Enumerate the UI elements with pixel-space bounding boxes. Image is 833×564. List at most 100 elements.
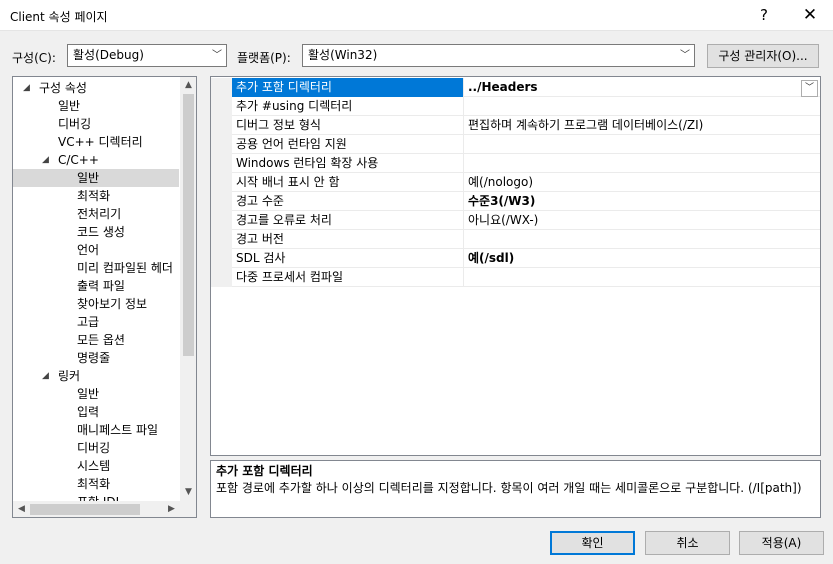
property-row[interactable]: 경고를 오류로 처리 아니요(/WX-) [211,211,820,230]
tree-item[interactable]: 명령줄 [13,349,179,367]
property-value[interactable]: 편집하며 계속하기 프로그램 데이터베이스(/ZI) [465,116,820,135]
platform-select[interactable]: 활성(Win32) ﹀ [302,44,695,67]
chevron-down-icon: ﹀ [212,50,222,61]
cancel-button[interactable]: 취소 [645,531,730,555]
chevron-down-icon[interactable]: ﹀ [801,80,818,97]
property-row[interactable]: 경고 버전 [211,230,820,249]
row-margin [211,173,232,192]
scroll-up-icon[interactable]: ▲ [180,77,196,94]
scroll-thumb[interactable] [183,94,194,356]
tree-item-label: 디버깅 [77,441,111,455]
tree-item[interactable]: 매니페스트 파일 [13,421,179,439]
tree-item[interactable]: 디버깅 [13,439,179,457]
tree-item[interactable]: 시스템 [13,457,179,475]
property-value[interactable] [465,230,820,249]
tree-item[interactable]: ◢ 구성 속성 [13,79,179,97]
property-value[interactable]: 예(/nologo) [465,173,820,192]
platform-value: 활성(Win32) [308,48,378,62]
property-value[interactable] [465,268,820,287]
description-title: 추가 포함 디렉터리 [216,464,313,478]
property-row[interactable]: 시작 배너 표시 안 함 예(/nologo) [211,173,820,192]
tree-item[interactable]: 미리 컴파일된 헤더 [13,259,179,277]
config-select[interactable]: 활성(Debug) ﹀ [67,44,227,67]
tree-item-label: VC++ 디렉터리 [58,135,143,149]
scroll-right-icon[interactable]: ▶ [163,501,180,517]
ok-button[interactable]: 확인 [550,531,635,555]
tree-item[interactable]: 최적화 [13,475,179,493]
tree-item[interactable]: 일반 [13,169,179,187]
property-name: Windows 런타임 확장 사용 [232,154,464,173]
row-margin [211,249,232,268]
tree-item[interactable]: 모든 옵션 [13,331,179,349]
tree-item[interactable]: 입력 [13,403,179,421]
property-row[interactable]: Windows 런타임 확장 사용 [211,154,820,173]
tree-horizontal-scrollbar[interactable]: ◀ ▶ [13,501,180,517]
tree-item[interactable]: 코드 생성 [13,223,179,241]
config-value: 활성(Debug) [73,48,144,62]
row-margin [211,78,232,97]
property-value[interactable] [465,135,820,154]
tree-item[interactable]: 최적화 [13,187,179,205]
tree-item-label: 포함 IDL [77,493,122,501]
row-margin [211,154,232,173]
tree-item[interactable]: ◢ 링커 [13,367,179,385]
tree-item[interactable]: 일반 [13,97,179,115]
tree-item[interactable]: ◢ C/C++ [13,151,179,169]
property-value[interactable]: 수준3(/W3) [465,192,820,211]
description-panel: 추가 포함 디렉터리 포함 경로에 추가할 하나 이상의 디렉터리를 지정합니다… [210,460,821,518]
tree-item-label: C/C++ [58,153,99,167]
property-value[interactable] [465,154,820,173]
scroll-thumb-horizontal[interactable] [30,504,140,515]
property-name: 경고 수준 [232,192,464,211]
property-name: 추가 #using 디렉터리 [232,97,464,116]
tree-content: ◢ 구성 속성 일반 디버깅 VC++ 디렉터리 ◢ C/C++ 일반 최적화 전처리기 코드 생성… [13,77,181,501]
config-manager-button[interactable]: 구성 관리자(O)... [707,44,819,68]
property-row[interactable]: 다중 프로세서 컴파일 [211,268,820,287]
tree-item-label: 입력 [77,405,100,419]
title-bar: Client 속성 페이지 ? ✕ [0,0,833,31]
tree-item[interactable]: 일반 [13,385,179,403]
help-button[interactable]: ? [741,0,787,31]
tree-item-label: 구성 속성 [39,81,87,95]
row-margin [211,268,232,287]
scroll-corner [180,501,196,517]
tree-item[interactable]: 전처리기 [13,205,179,223]
property-value[interactable] [465,97,820,116]
property-value[interactable]: 예(/sdl) [465,249,820,268]
property-row[interactable]: SDL 검사 예(/sdl) [211,249,820,268]
tree-item[interactable]: 디버깅 [13,115,179,133]
scroll-down-icon[interactable]: ▼ [180,484,196,501]
tree-item[interactable]: VC++ 디렉터리 [13,133,179,151]
property-name: 시작 배너 표시 안 함 [232,173,464,192]
expand-arrow-icon[interactable]: ◢ [23,79,30,97]
property-row[interactable]: 공용 언어 런타임 지원 [211,135,820,154]
property-name: 경고를 오류로 처리 [232,211,464,230]
tree-item[interactable]: 언어 [13,241,179,259]
tree-item-label: 명령줄 [77,351,111,365]
property-row[interactable]: 경고 수준 수준3(/W3) [211,192,820,211]
config-label: 구성(C): [12,51,56,65]
property-row[interactable]: 디버그 정보 형식 편집하며 계속하기 프로그램 데이터베이스(/ZI) [211,116,820,135]
expand-arrow-icon[interactable]: ◢ [42,151,49,169]
apply-button[interactable]: 적용(A) [739,531,824,555]
tree-item[interactable]: 출력 파일 [13,277,179,295]
tree-vertical-scrollbar[interactable]: ▲ ▼ [180,77,196,501]
tree-item[interactable]: 포함 IDL [13,493,179,501]
tree-item[interactable]: 고급 [13,313,179,331]
property-grid: 추가 포함 디렉터리 ../Headers ﹀ 추가 #using 디렉터리 디버그 정… [210,76,821,456]
scroll-left-icon[interactable]: ◀ [13,501,30,517]
property-name: 경고 버전 [232,230,464,249]
tree-item-label: 최적화 [77,477,111,491]
property-value[interactable]: ../Headers [465,78,820,97]
property-tree: ◢ 구성 속성 일반 디버깅 VC++ 디렉터리 ◢ C/C++ 일반 최적화 전처리기 코드 생성… [12,76,197,518]
tree-item[interactable]: 찾아보기 정보 [13,295,179,313]
tree-item-label: 미리 컴파일된 헤더 [77,261,173,275]
property-row[interactable]: 추가 #using 디렉터리 [211,97,820,116]
tree-item-label: 일반 [58,99,81,113]
close-button[interactable]: ✕ [787,0,833,31]
platform-label: 플랫폼(P): [237,51,291,65]
expand-arrow-icon[interactable]: ◢ [42,367,49,385]
property-row[interactable]: 추가 포함 디렉터리 ../Headers ﹀ [211,78,820,97]
property-value[interactable]: 아니요(/WX-) [465,211,820,230]
property-name: 추가 포함 디렉터리 [232,78,464,97]
